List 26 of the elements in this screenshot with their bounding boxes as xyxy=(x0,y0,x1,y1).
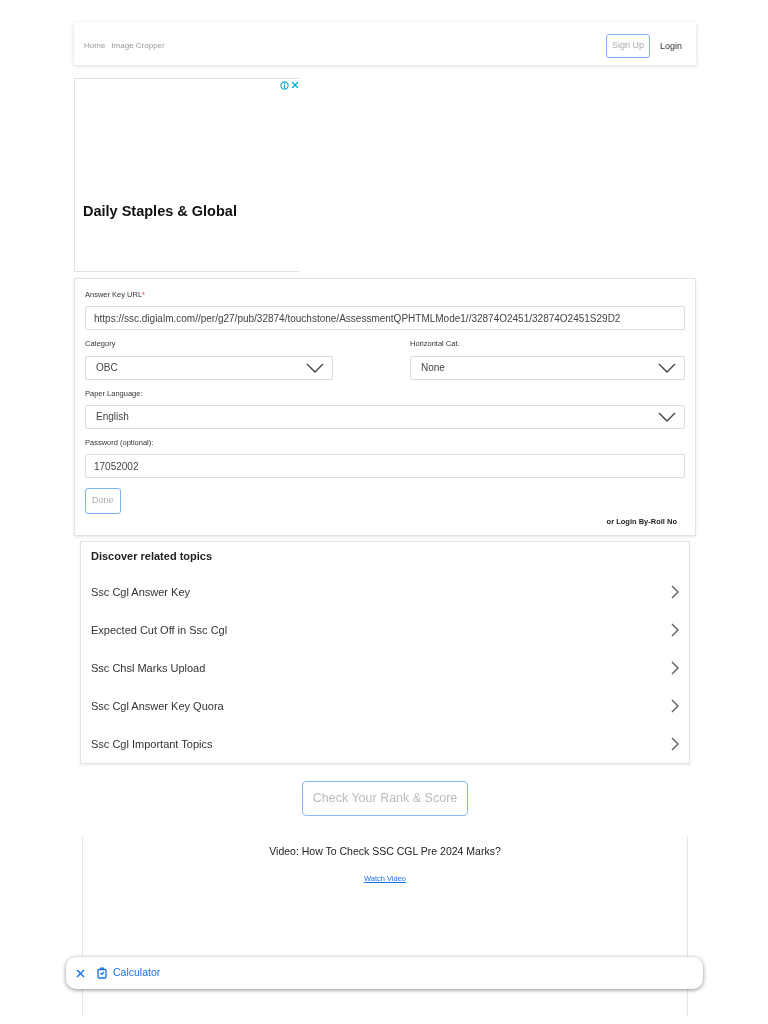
chevron-down-icon xyxy=(658,362,676,373)
close-icon[interactable] xyxy=(76,968,85,978)
url-input-field[interactable]: https://ssc.digialm.com//per/g27/pub/32874/touchstone/AssessmentQPHTMLMode1//32874O2451/32874O2451S29D2 xyxy=(85,306,685,331)
section-title: Discover related topics xyxy=(91,548,214,564)
password-field[interactable]: 17052002 xyxy=(85,454,685,478)
topic-link[interactable]: Expected Cut Off in Ssc Cgl xyxy=(91,611,679,650)
ad-headline: Daily Staples & Global xyxy=(83,202,237,221)
chevron-right-icon xyxy=(671,699,679,714)
chevron-right-icon xyxy=(671,661,679,676)
chevron-right-icon xyxy=(671,737,679,752)
close-icon[interactable] xyxy=(291,81,299,89)
chevron-right-icon xyxy=(671,585,679,600)
topic-link[interactable]: Ssc Chsl Marks Upload xyxy=(91,649,679,688)
clipboard-icon xyxy=(97,967,107,979)
select-field[interactable]: English xyxy=(85,404,685,429)
calculator-button[interactable]: Calculator xyxy=(97,965,161,981)
select-field[interactable]: OBC xyxy=(85,355,333,380)
video-title: Video: How To Check SSC CGL Pre 2024 Marks? xyxy=(268,844,502,859)
topic-link[interactable]: Ssc Cgl Answer Key xyxy=(91,573,679,612)
topic-link[interactable]: Ssc Cgl Important Topics xyxy=(91,725,679,764)
select-field[interactable]: None xyxy=(410,355,685,380)
chevron-down-icon xyxy=(658,411,676,422)
topic-link[interactable]: Ssc Cgl Answer Key Quora xyxy=(91,687,679,726)
chevron-right-icon xyxy=(671,623,679,638)
info-icon[interactable] xyxy=(280,81,289,90)
chevron-down-icon xyxy=(306,362,324,373)
